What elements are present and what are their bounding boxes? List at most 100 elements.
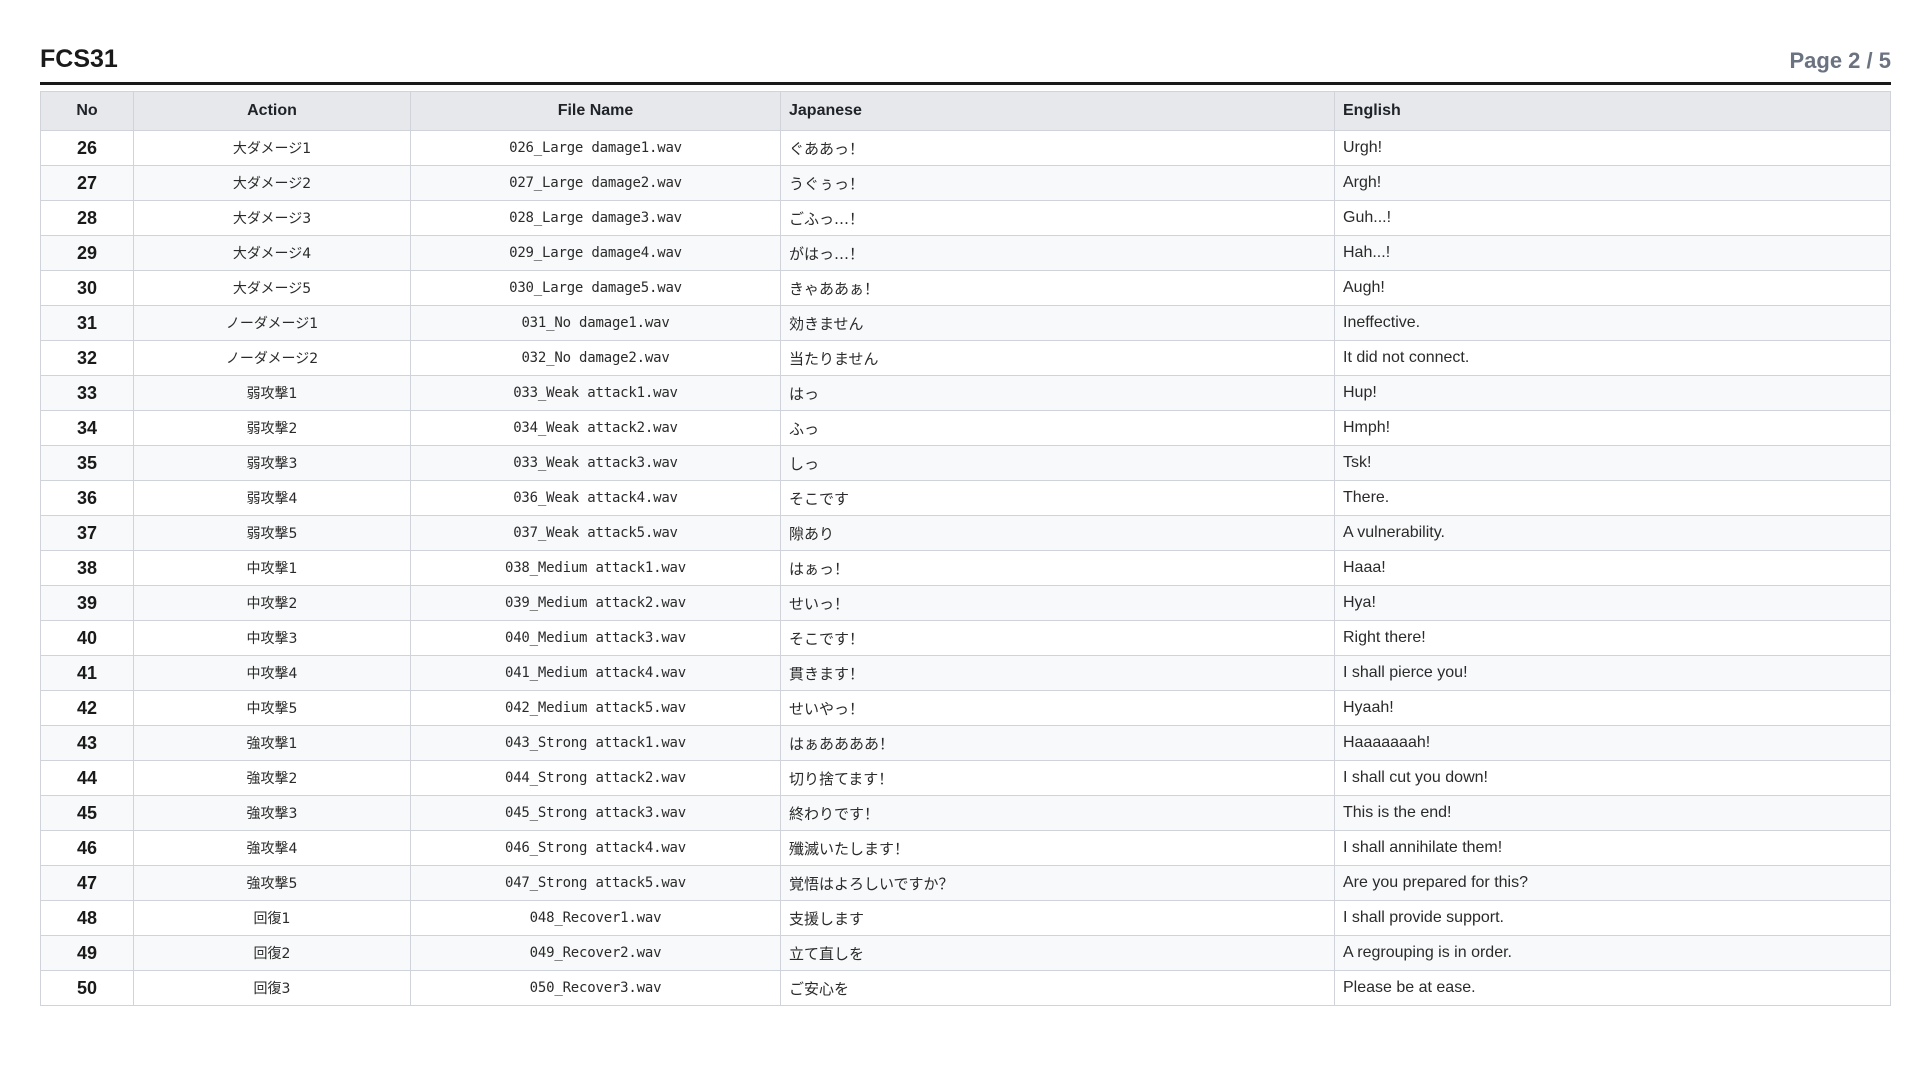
cell-english: Augh!	[1334, 270, 1891, 306]
table-row: 33 弱攻撃1 033_Weak attack1.wav はっ Hup!	[40, 375, 1891, 411]
cell-english: I shall cut you down!	[1334, 760, 1891, 796]
table-row: 35 弱攻撃3 033_Weak attack3.wav しっ Tsk!	[40, 445, 1891, 481]
cell-action: 回復1	[133, 900, 411, 936]
cell-no: 31	[40, 305, 134, 341]
table-row: 45 強攻撃3 045_Strong attack3.wav 終わりです！ This i…	[40, 795, 1891, 831]
cell-action: ノーダメージ2	[133, 340, 411, 376]
table-row: 50 回復3 050_Recover3.wav ご安心を Please be at ea…	[40, 970, 1891, 1006]
cell-no: 36	[40, 480, 134, 516]
cell-no: 28	[40, 200, 134, 236]
cell-action: 中攻撃1	[133, 550, 411, 586]
cell-english: Tsk!	[1334, 445, 1891, 481]
table-row: 26 大ダメージ1 026_Large damage1.wav ぐああっ！ Urgh!	[40, 130, 1891, 166]
cell-japanese: 覚悟はよろしいですか？	[780, 865, 1335, 901]
table-row: 48 回復1 048_Recover1.wav 支援します I shall provid…	[40, 900, 1891, 936]
cell-no: 35	[40, 445, 134, 481]
cell-file-name: 044_Strong attack2.wav	[410, 760, 781, 796]
cell-japanese: ぐああっ！	[780, 130, 1335, 166]
table-row: 34 弱攻撃2 034_Weak attack2.wav ふっ Hmph!	[40, 410, 1891, 446]
cell-action: 弱攻撃5	[133, 515, 411, 551]
cell-file-name: 048_Recover1.wav	[410, 900, 781, 936]
cell-file-name: 032_No damage2.wav	[410, 340, 781, 376]
cell-english: I shall provide support.	[1334, 900, 1891, 936]
cell-file-name: 029_Large damage4.wav	[410, 235, 781, 271]
cell-english: Right there!	[1334, 620, 1891, 656]
table-row: 32 ノーダメージ2 032_No damage2.wav 当たりません It did …	[40, 340, 1891, 376]
cell-no: 40	[40, 620, 134, 656]
cell-japanese: 貫きます！	[780, 655, 1335, 691]
cell-action: 中攻撃2	[133, 585, 411, 621]
cell-english: Argh!	[1334, 165, 1891, 201]
table-row: 28 大ダメージ3 028_Large damage3.wav ごふっ…！ Guh...…	[40, 200, 1891, 236]
cell-english: Haaa!	[1334, 550, 1891, 586]
cell-action: 弱攻撃3	[133, 445, 411, 481]
cell-file-name: 028_Large damage3.wav	[410, 200, 781, 236]
cell-no: 26	[40, 130, 134, 166]
cell-file-name: 027_Large damage2.wav	[410, 165, 781, 201]
cell-japanese: 立て直しを	[780, 935, 1335, 971]
column-header-japanese: Japanese	[780, 91, 1335, 131]
table-row: 46 強攻撃4 046_Strong attack4.wav 殲滅いたします！ I sh…	[40, 830, 1891, 866]
voice-lines-table: No Action File Name Japanese English 26 大…	[40, 91, 1891, 1006]
cell-english: Are you prepared for this?	[1334, 865, 1891, 901]
cell-no: 41	[40, 655, 134, 691]
table-row: 36 弱攻撃4 036_Weak attack4.wav そこです There.	[40, 480, 1891, 516]
cell-action: 大ダメージ5	[133, 270, 411, 306]
cell-file-name: 047_Strong attack5.wav	[410, 865, 781, 901]
cell-japanese: 隙あり	[780, 515, 1335, 551]
cell-action: ノーダメージ1	[133, 305, 411, 341]
table-row: 42 中攻撃5 042_Medium attack5.wav せいやっ！ Hyaah!	[40, 690, 1891, 726]
table-row: 47 強攻撃5 047_Strong attack5.wav 覚悟はよろしいですか？ A…	[40, 865, 1891, 901]
cell-english: Hmph!	[1334, 410, 1891, 446]
cell-file-name: 033_Weak attack1.wav	[410, 375, 781, 411]
cell-action: 強攻撃3	[133, 795, 411, 831]
cell-action: 弱攻撃2	[133, 410, 411, 446]
cell-file-name: 036_Weak attack4.wav	[410, 480, 781, 516]
cell-action: 中攻撃3	[133, 620, 411, 656]
table-row: 43 強攻撃1 043_Strong attack1.wav はぁああああ！ Haaaa…	[40, 725, 1891, 761]
cell-japanese: 終わりです！	[780, 795, 1335, 831]
cell-file-name: 040_Medium attack3.wav	[410, 620, 781, 656]
page-header: FCS31 Page 2 / 5	[40, 36, 1891, 85]
cell-action: 強攻撃2	[133, 760, 411, 796]
cell-english: Please be at ease.	[1334, 970, 1891, 1006]
cell-no: 46	[40, 830, 134, 866]
cell-file-name: 037_Weak attack5.wav	[410, 515, 781, 551]
cell-english: I shall annihilate them!	[1334, 830, 1891, 866]
cell-no: 45	[40, 795, 134, 831]
table-row: 41 中攻撃4 041_Medium attack4.wav 貫きます！ I shall…	[40, 655, 1891, 691]
cell-file-name: 034_Weak attack2.wav	[410, 410, 781, 446]
cell-file-name: 038_Medium attack1.wav	[410, 550, 781, 586]
cell-english: This is the end!	[1334, 795, 1891, 831]
cell-english: Haaaaaaah!	[1334, 725, 1891, 761]
cell-file-name: 050_Recover3.wav	[410, 970, 781, 1006]
cell-no: 39	[40, 585, 134, 621]
page-indicator: Page 2 / 5	[1789, 48, 1891, 73]
cell-no: 27	[40, 165, 134, 201]
cell-english: Hah...!	[1334, 235, 1891, 271]
cell-action: 強攻撃1	[133, 725, 411, 761]
table-row: 39 中攻撃2 039_Medium attack2.wav せいっ！ Hya!	[40, 585, 1891, 621]
table-body: 26 大ダメージ1 026_Large damage1.wav ぐああっ！ Urgh! 2…	[40, 130, 1891, 1006]
cell-file-name: 030_Large damage5.wav	[410, 270, 781, 306]
table-row: 40 中攻撃3 040_Medium attack3.wav そこです！ Right t…	[40, 620, 1891, 656]
cell-action: 強攻撃4	[133, 830, 411, 866]
table-row: 31 ノーダメージ1 031_No damage1.wav 効きません Ineffect…	[40, 305, 1891, 341]
cell-japanese: うぐぅっ！	[780, 165, 1335, 201]
cell-english: Ineffective.	[1334, 305, 1891, 341]
column-header-action: Action	[133, 91, 411, 131]
cell-japanese: はっ	[780, 375, 1335, 411]
cell-action: 回復2	[133, 935, 411, 971]
cell-japanese: がはっ…！	[780, 235, 1335, 271]
cell-no: 33	[40, 375, 134, 411]
cell-no: 30	[40, 270, 134, 306]
cell-no: 32	[40, 340, 134, 376]
cell-japanese: きゃああぁ！	[780, 270, 1335, 306]
cell-no: 49	[40, 935, 134, 971]
cell-no: 37	[40, 515, 134, 551]
column-header-english: English	[1334, 91, 1891, 131]
cell-english: A vulnerability.	[1334, 515, 1891, 551]
cell-no: 48	[40, 900, 134, 936]
cell-action: 中攻撃4	[133, 655, 411, 691]
column-header-no: No	[40, 91, 134, 131]
